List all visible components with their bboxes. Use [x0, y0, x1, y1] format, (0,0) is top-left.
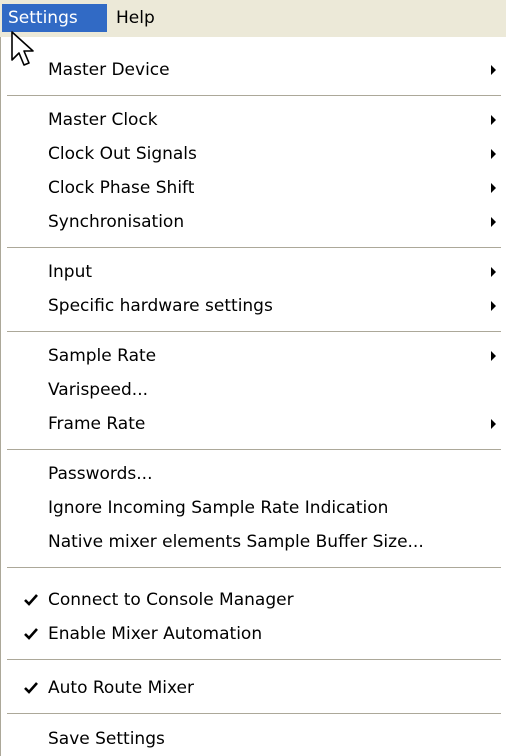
chevron-right-icon — [491, 183, 496, 193]
menu-separator — [7, 95, 501, 96]
menu-item-label: Enable Mixer Automation — [48, 624, 263, 644]
mouse-pointer-icon — [11, 31, 34, 66]
menu-item-label: Passwords... — [48, 464, 153, 484]
menu-item-label: Specific hardware settings — [48, 296, 273, 316]
chevron-right-icon — [491, 65, 496, 75]
menu-item-master-clock[interactable]: Master Clock — [1, 103, 505, 137]
menu-item-input[interactable]: Input — [1, 255, 505, 289]
menu-item-label: Sample Rate — [48, 346, 157, 366]
checkmark-icon — [24, 682, 38, 694]
chevron-right-icon — [491, 267, 496, 277]
menu-separator — [7, 567, 501, 568]
menu-item-clock-out-signals[interactable]: Clock Out Signals — [1, 137, 505, 171]
menu-item-sample-rate[interactable]: Sample Rate — [1, 339, 505, 373]
menu-item-label: Native mixer elements Sample Buffer Size… — [48, 532, 424, 552]
menu-separator — [7, 247, 501, 248]
menu-item-label: Clock Phase Shift — [48, 178, 195, 198]
menu-item-ignore-incoming-sample-rate[interactable]: Ignore Incoming Sample Rate Indication — [1, 491, 505, 525]
checkmark-icon — [24, 594, 38, 606]
chevron-right-icon — [491, 217, 496, 227]
chevron-right-icon — [491, 419, 496, 429]
checkmark-icon — [24, 628, 38, 640]
menu-item-label: Master Clock — [48, 110, 158, 130]
chevron-right-icon — [491, 351, 496, 361]
menu-item-label: Input — [48, 262, 93, 282]
menu-item-label: Varispeed... — [48, 380, 149, 400]
menu-item-label: Frame Rate — [48, 414, 146, 434]
chevron-right-icon — [491, 115, 496, 125]
chevron-right-icon — [491, 149, 496, 159]
menu-item-label: Master Device — [48, 60, 170, 80]
menu-item-label: Synchronisation — [48, 212, 185, 232]
menu-item-synchronisation[interactable]: Synchronisation — [1, 205, 505, 239]
menu-item-passwords[interactable]: Passwords... — [1, 457, 505, 491]
menu-help[interactable]: Help — [110, 4, 174, 32]
menu-item-label: Auto Route Mixer — [48, 678, 195, 698]
menu-item-auto-route-mixer[interactable]: Auto Route Mixer — [1, 671, 505, 705]
menu-item-master-device[interactable]: Master Device — [1, 53, 505, 87]
chevron-right-icon — [491, 301, 496, 311]
menu-item-label: Save Settings — [48, 729, 165, 749]
menu-item-frame-rate[interactable]: Frame Rate — [1, 407, 505, 441]
menu-separator — [7, 331, 501, 332]
menu-bar: Settings Help — [0, 0, 506, 37]
menu-item-save-settings[interactable]: Save Settings — [1, 722, 505, 756]
menu-item-label: Ignore Incoming Sample Rate Indication — [48, 498, 389, 518]
menu-item-varispeed[interactable]: Varispeed... — [1, 373, 505, 407]
menu-item-label: Clock Out Signals — [48, 144, 197, 164]
menu-item-specific-hardware-settings[interactable]: Specific hardware settings — [1, 289, 505, 323]
menu-separator — [7, 449, 501, 450]
menu-item-connect-console-manager[interactable]: Connect to Console Manager — [1, 583, 505, 617]
menu-item-clock-phase-shift[interactable]: Clock Phase Shift — [1, 171, 505, 205]
menu-item-native-mixer-buffer-size[interactable]: Native mixer elements Sample Buffer Size… — [1, 525, 505, 559]
settings-dropdown-menu: Master Device Master Clock Clock Out Sig… — [0, 37, 506, 756]
menu-separator — [7, 713, 501, 714]
menu-settings[interactable]: Settings — [2, 4, 107, 32]
menu-item-enable-mixer-automation[interactable]: Enable Mixer Automation — [1, 617, 505, 651]
menu-separator — [7, 659, 501, 660]
menu-item-label: Connect to Console Manager — [48, 590, 294, 610]
